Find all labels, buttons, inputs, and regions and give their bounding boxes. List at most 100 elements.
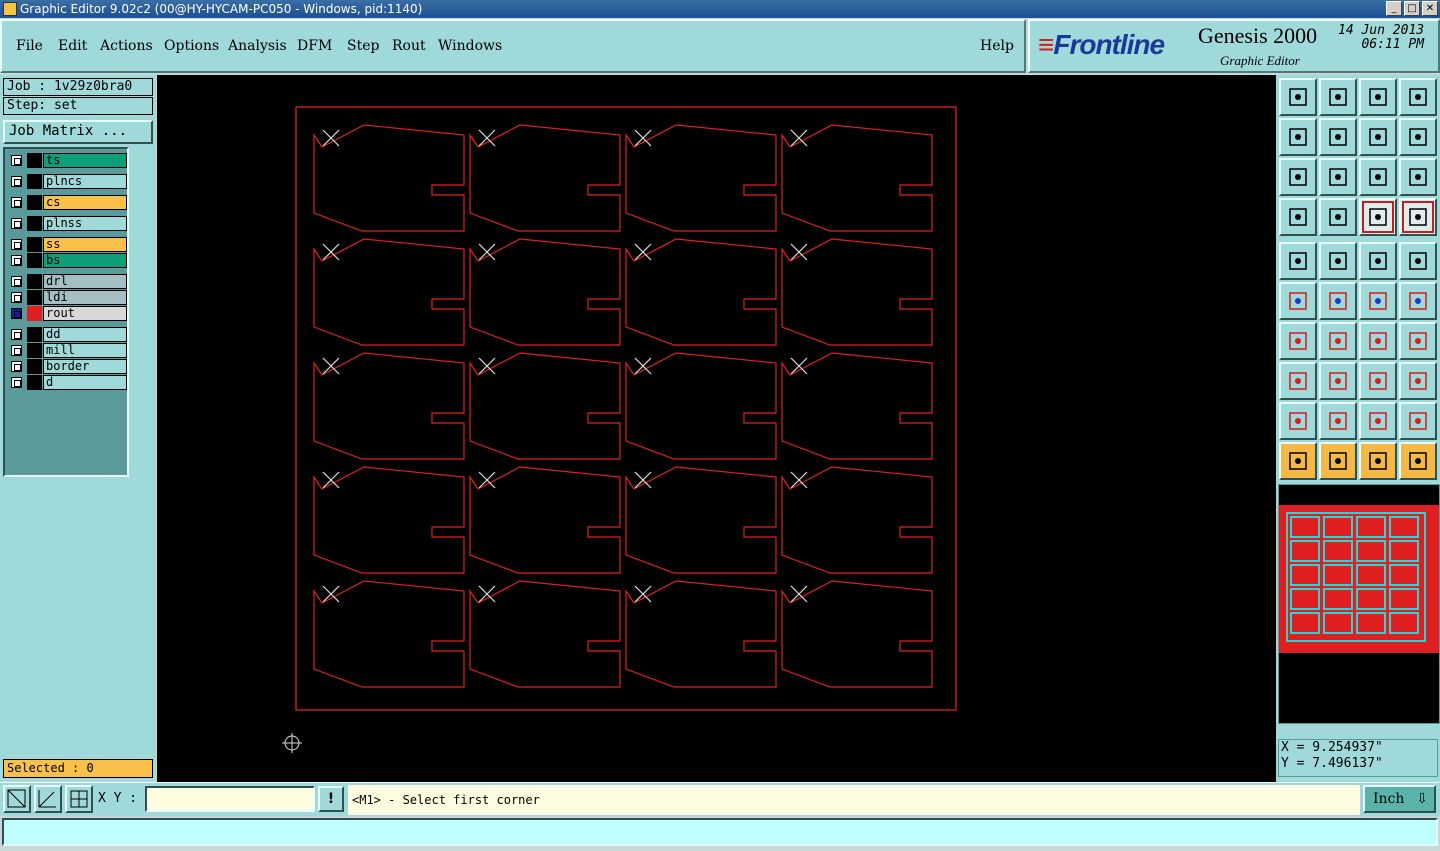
close-button[interactable]: ✕ (1422, 1, 1438, 16)
angle-icon[interactable] (1279, 322, 1317, 360)
xy-input[interactable] (145, 786, 315, 812)
ruler-icon[interactable] (1359, 242, 1397, 280)
layer-checkbox[interactable] (11, 329, 22, 340)
pad-select-icon[interactable] (1279, 362, 1317, 400)
zoom-fit-icon[interactable] (1279, 158, 1317, 196)
layer-checkbox[interactable] (11, 345, 22, 356)
layer-color-swatch[interactable] (27, 274, 42, 289)
pointer-alt-icon[interactable] (1359, 442, 1397, 480)
layer-color-swatch[interactable] (27, 290, 42, 305)
layer-checkbox[interactable] (11, 292, 22, 303)
cross-point-icon[interactable] (1319, 282, 1357, 320)
menu-windows[interactable]: Windows (438, 38, 502, 54)
menu-analysis[interactable]: Analysis (228, 38, 287, 54)
menu-help[interactable]: Help (980, 38, 1014, 54)
layer-color-swatch[interactable] (27, 327, 42, 342)
menu-step[interactable]: Step (347, 38, 379, 54)
measure-icon[interactable] (1359, 362, 1397, 400)
layer-cs[interactable]: cs (8, 195, 127, 210)
layer-color-swatch[interactable] (27, 359, 42, 374)
line-point-icon[interactable] (1359, 282, 1397, 320)
move-left-icon[interactable] (1279, 118, 1317, 156)
save-icon[interactable] (1319, 78, 1357, 116)
layer-checkbox[interactable] (11, 361, 22, 372)
layer-color-swatch[interactable] (27, 216, 42, 231)
maximize-button[interactable]: □ (1404, 1, 1420, 16)
layer-border[interactable]: border (8, 359, 127, 374)
menu-file[interactable]: File (16, 38, 43, 54)
layer-color-swatch[interactable] (27, 237, 42, 252)
connect-alt-icon[interactable] (1399, 198, 1437, 236)
home-icon[interactable] (1359, 78, 1397, 116)
layer-ts[interactable]: ts (8, 153, 127, 168)
layer-checkbox[interactable] (11, 308, 22, 319)
route-icon[interactable] (1399, 442, 1437, 480)
layer-checkbox[interactable] (11, 218, 22, 229)
layer-ldi[interactable]: ldi (8, 290, 127, 305)
layer-color-swatch[interactable] (27, 153, 42, 168)
window-split-icon[interactable] (1399, 78, 1437, 116)
zoom-center-icon[interactable] (1319, 158, 1357, 196)
menu-rout[interactable]: Rout (392, 38, 426, 54)
layer-color-swatch[interactable] (27, 253, 42, 268)
layer-ss[interactable]: ss (8, 237, 127, 252)
triangle-icon[interactable] (1279, 402, 1317, 440)
tools-icon[interactable] (1279, 198, 1317, 236)
surface-icon[interactable] (1319, 242, 1357, 280)
layer-color-swatch[interactable] (27, 375, 42, 390)
menu-options[interactable]: Options (164, 38, 219, 54)
menu-dfm[interactable]: DFM (297, 38, 332, 54)
zoom-1-2-icon[interactable] (1359, 158, 1397, 196)
pointer-icon[interactable] (1279, 442, 1317, 480)
a-shape-icon[interactable] (1319, 402, 1357, 440)
connect-icon[interactable] (1359, 198, 1397, 236)
grid-icon[interactable] (65, 785, 93, 813)
move-right-icon[interactable] (1319, 118, 1357, 156)
layer-bs[interactable]: bs (8, 253, 127, 268)
a-cross-icon[interactable] (1399, 402, 1437, 440)
snap-icon[interactable] (34, 785, 62, 813)
line-point-alt-icon[interactable] (1399, 282, 1437, 320)
layer-color-swatch[interactable] (27, 174, 42, 189)
layer-checkbox[interactable] (11, 155, 22, 166)
layer-color-swatch[interactable] (27, 343, 42, 358)
layer-checkbox[interactable] (11, 276, 22, 287)
pointer-box-icon[interactable] (1319, 442, 1357, 480)
zoom-box-icon[interactable] (3, 785, 31, 813)
graphic-canvas[interactable] (157, 75, 1276, 782)
layer-dd[interactable]: dd (8, 327, 127, 342)
exclamation-button[interactable]: ! (318, 786, 344, 812)
layer-rout[interactable]: rout (8, 306, 127, 321)
menu-edit[interactable]: Edit (58, 38, 87, 54)
layer-d[interactable]: d (8, 375, 127, 390)
minimize-button[interactable]: _ (1386, 1, 1402, 16)
open-icon[interactable] (1279, 78, 1317, 116)
a-filled-icon[interactable] (1359, 402, 1397, 440)
unit-selector[interactable]: Inch ⇩ (1363, 785, 1436, 813)
layer-plncs[interactable]: plncs (8, 174, 127, 189)
nodes-icon[interactable] (1279, 282, 1317, 320)
grid-view-icon[interactable] (1319, 198, 1357, 236)
circles-icon[interactable] (1399, 362, 1437, 400)
layer-checkbox[interactable] (11, 197, 22, 208)
minus-icon[interactable] (1319, 362, 1357, 400)
round-pad-icon[interactable] (1399, 242, 1437, 280)
layer-mill[interactable]: mill (8, 343, 127, 358)
slash-icon[interactable] (1319, 322, 1357, 360)
layer-checkbox[interactable] (11, 176, 22, 187)
snake-icon[interactable] (1399, 118, 1437, 156)
layer-drl[interactable]: drl (8, 274, 127, 289)
text-icon[interactable] (1399, 322, 1437, 360)
arc-icon[interactable] (1359, 322, 1397, 360)
overview-map[interactable] (1278, 484, 1440, 724)
layer-color-swatch[interactable] (27, 306, 42, 321)
layer-plnss[interactable]: plnss (8, 216, 127, 231)
undo-icon[interactable] (1359, 118, 1397, 156)
layer-checkbox[interactable] (11, 377, 22, 388)
help-query-icon[interactable] (1399, 158, 1437, 196)
layer-checkbox[interactable] (11, 239, 22, 250)
menu-actions[interactable]: Actions (100, 38, 153, 54)
layer-checkbox[interactable] (11, 255, 22, 266)
pad-icon[interactable] (1279, 242, 1317, 280)
layer-color-swatch[interactable] (27, 195, 42, 210)
